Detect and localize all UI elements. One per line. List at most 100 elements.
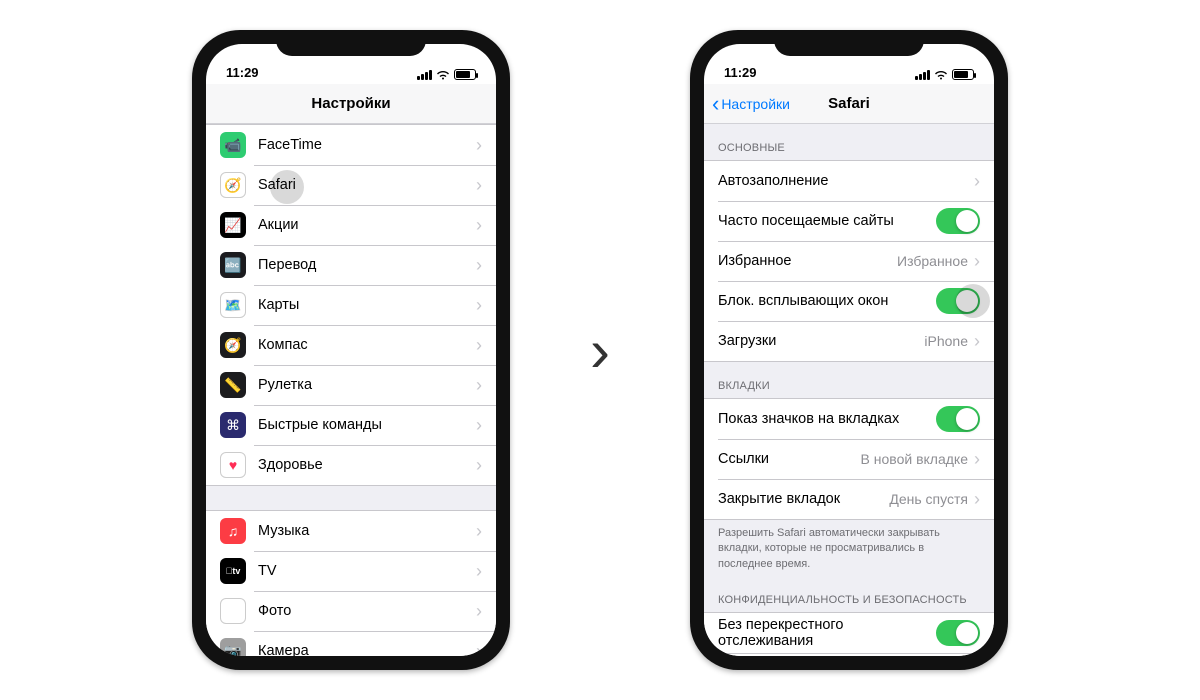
row-detail: iPhone xyxy=(924,333,968,349)
row-label: Карты xyxy=(258,297,476,313)
page-title: Настройки xyxy=(311,95,390,112)
section-header: ВКЛАДКИ xyxy=(704,362,994,398)
chevron-right-icon: › xyxy=(476,136,482,154)
row-label: TV xyxy=(258,563,476,579)
settings-row-stocks[interactable]: 📈Акции› xyxy=(206,205,496,245)
settings-row[interactable]: Часто посещаемые сайты xyxy=(704,201,994,241)
row-label: Компас xyxy=(258,337,476,353)
battery-icon xyxy=(952,69,974,80)
music-icon: ♫ xyxy=(220,518,246,544)
chevron-right-icon: › xyxy=(476,176,482,194)
row-detail: Избранное xyxy=(897,253,968,269)
row-label: Часто посещаемые сайты xyxy=(718,213,936,229)
settings-list[interactable]: 📹FaceTime›🧭Safari›📈Акции›🔤Перевод›🗺️Карт… xyxy=(206,124,496,656)
battery-icon xyxy=(454,69,476,80)
arrow-icon: › xyxy=(590,316,610,385)
settings-row[interactable]: ЗагрузкиiPhone › xyxy=(704,321,994,361)
maps-icon: 🗺️ xyxy=(220,292,246,318)
chevron-right-icon: › xyxy=(974,450,980,468)
settings-row[interactable]: Без перекрестного отслеживания xyxy=(704,613,994,653)
section-header: КОНФИДЕНЦИАЛЬНОСТЬ И БЕЗОПАСНОСТЬ xyxy=(704,576,994,612)
screen-left: 11:29 Настройки 📹FaceTime›🧭Safari›📈Акции… xyxy=(206,44,496,656)
chevron-right-icon: › xyxy=(974,252,980,270)
chevron-right-icon: › xyxy=(974,332,980,350)
status-indicators xyxy=(417,69,476,80)
chevron-right-icon: › xyxy=(476,216,482,234)
settings-row[interactable]: Автозаполнение› xyxy=(704,161,994,201)
photos-icon: ❀ xyxy=(220,598,246,624)
row-label: Избранное xyxy=(718,253,897,269)
settings-row[interactable]: СсылкиВ новой вкладке › xyxy=(704,439,994,479)
row-label: Safari xyxy=(258,177,476,193)
facetime-icon: 📹 xyxy=(220,132,246,158)
screen-right: 11:29 ‹ Настройки Safari ОСНОВНЫЕАвтозап… xyxy=(704,44,994,656)
safari-settings-list[interactable]: ОСНОВНЫЕАвтозаполнение›Часто посещаемые … xyxy=(704,124,994,656)
toggle-switch[interactable] xyxy=(936,208,980,234)
status-time: 11:29 xyxy=(724,65,757,80)
settings-row[interactable]: Блокировка всех cookie xyxy=(704,653,994,656)
settings-row-shortcuts[interactable]: ⌘ Быстрые команды› xyxy=(206,405,496,445)
chevron-right-icon: › xyxy=(476,522,482,540)
section-footer: Разрешить Safari автоматически закрывать… xyxy=(704,520,994,576)
settings-row-measure[interactable]: 📏Рулетка› xyxy=(206,365,496,405)
chevron-right-icon: › xyxy=(476,256,482,274)
chevron-right-icon: › xyxy=(476,416,482,434)
row-label: FaceTime xyxy=(258,137,476,153)
settings-row-music[interactable]: ♫ Музыка› xyxy=(206,511,496,551)
row-label: Музыка xyxy=(258,523,476,539)
row-label: Фото xyxy=(258,603,476,619)
phone-right: 11:29 ‹ Настройки Safari ОСНОВНЫЕАвтозап… xyxy=(690,30,1008,670)
cellular-icon xyxy=(417,70,432,80)
row-label: Автозаполнение xyxy=(718,173,974,189)
row-label: Здоровье xyxy=(258,457,476,473)
stocks-icon: 📈 xyxy=(220,212,246,238)
camera-icon: 📷 xyxy=(220,638,246,656)
row-label: Закрытие вкладок xyxy=(718,491,889,507)
navbar-left: Настройки xyxy=(206,84,496,124)
settings-row-tv[interactable]: tvTV› xyxy=(206,551,496,591)
row-label: Быстрые команды xyxy=(258,417,476,433)
settings-row-photos[interactable]: ❀Фото› xyxy=(206,591,496,631)
status-indicators xyxy=(915,69,974,80)
section-header: ОСНОВНЫЕ xyxy=(704,124,994,160)
translate-icon: 🔤 xyxy=(220,252,246,278)
chevron-left-icon: ‹ xyxy=(712,93,719,115)
toggle-switch[interactable] xyxy=(936,620,980,646)
settings-row-maps[interactable]: 🗺️Карты› xyxy=(206,285,496,325)
chevron-right-icon: › xyxy=(476,456,482,474)
toggle-switch[interactable] xyxy=(936,288,980,314)
wifi-icon xyxy=(436,70,450,80)
row-label: Загрузки xyxy=(718,333,924,349)
settings-row-safari[interactable]: 🧭 Safari› xyxy=(206,165,496,205)
settings-row-compass[interactable]: 🧭Компас› xyxy=(206,325,496,365)
row-label: Ссылки xyxy=(718,451,861,467)
row-label: Без перекрестного отслеживания xyxy=(718,617,936,649)
chevron-right-icon: › xyxy=(476,642,482,656)
settings-row-health[interactable]: ♥Здоровье› xyxy=(206,445,496,485)
row-detail: День спустя xyxy=(889,491,968,507)
wifi-icon xyxy=(934,70,948,80)
chevron-right-icon: › xyxy=(974,490,980,508)
row-label: Камера xyxy=(258,643,476,656)
phone-left: 11:29 Настройки 📹FaceTime›🧭Safari›📈Акции… xyxy=(192,30,510,670)
settings-row[interactable]: ИзбранноеИзбранное › xyxy=(704,241,994,281)
chevron-right-icon: › xyxy=(476,376,482,394)
back-label: Настройки xyxy=(721,96,790,112)
shortcuts-icon: ⌘ xyxy=(220,412,246,438)
settings-row[interactable]: Показ значков на вкладках xyxy=(704,399,994,439)
toggle-switch[interactable] xyxy=(936,406,980,432)
row-label: Перевод xyxy=(258,257,476,273)
measure-icon: 📏 xyxy=(220,372,246,398)
page-title: Safari xyxy=(828,95,870,112)
settings-row-translate[interactable]: 🔤 Перевод› xyxy=(206,245,496,285)
back-button[interactable]: ‹ Настройки xyxy=(712,93,790,115)
row-detail: В новой вкладке xyxy=(861,451,968,467)
compass-icon: 🧭 xyxy=(220,332,246,358)
settings-row-facetime[interactable]: 📹 FaceTime› xyxy=(206,125,496,165)
settings-row[interactable]: Блок. всплывающих окон xyxy=(704,281,994,321)
navbar-right: ‹ Настройки Safari xyxy=(704,84,994,124)
chevron-right-icon: › xyxy=(476,562,482,580)
safari-icon: 🧭 xyxy=(220,172,246,198)
settings-row[interactable]: Закрытие вкладокДень спустя › xyxy=(704,479,994,519)
settings-row-camera[interactable]: 📷 Камера› xyxy=(206,631,496,656)
